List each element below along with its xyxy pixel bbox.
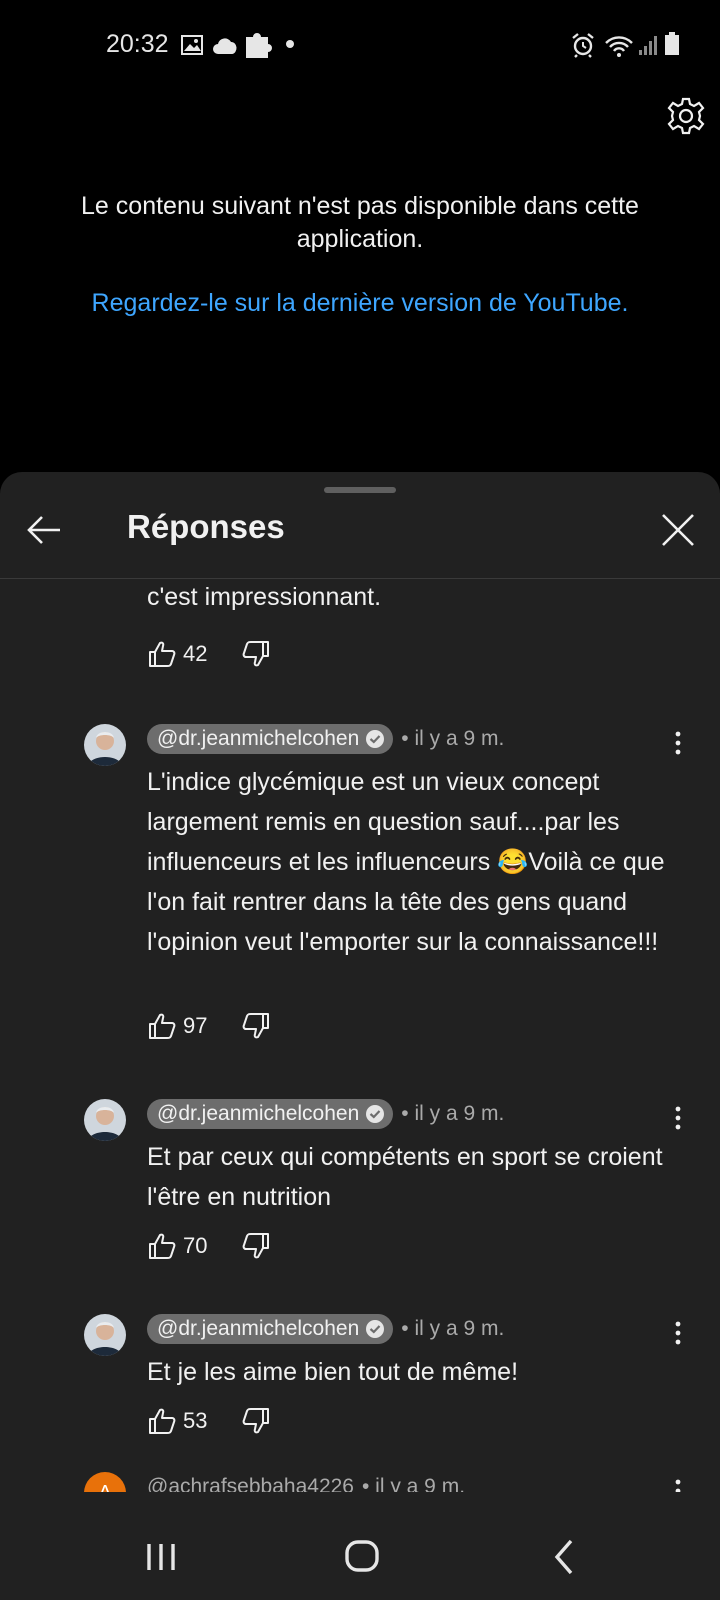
- comment-actions: 42: [147, 637, 271, 671]
- partial-comment-text: c'est impressionnant.: [147, 583, 382, 611]
- system-nav-bar: [0, 1516, 720, 1600]
- like-icon[interactable]: [147, 639, 177, 669]
- comment-time: • il y a 9 m.: [401, 727, 505, 750]
- replies-sheet: Réponses c'est impressionnant. 42 @dr.je…: [0, 472, 720, 1600]
- battery-icon: [665, 32, 679, 55]
- puzzle-icon: [246, 33, 272, 58]
- dislike-icon[interactable]: [241, 1406, 271, 1436]
- like-count: 97: [183, 1013, 208, 1038]
- like-count: 53: [183, 1408, 208, 1433]
- dot-icon: [286, 40, 294, 48]
- wifi-icon: [605, 36, 633, 57]
- back-arrow-icon[interactable]: [22, 508, 66, 552]
- signal-icon: [639, 36, 657, 55]
- home-icon[interactable]: [337, 1532, 387, 1582]
- youtube-link[interactable]: Regardez-le sur la dernière version de Y…: [60, 287, 660, 319]
- drag-handle[interactable]: [324, 487, 396, 493]
- author-badge[interactable]: @dr.jeanmichelcohen: [147, 1314, 394, 1344]
- author-name[interactable]: @achrafsebbaha4226: [147, 1475, 354, 1492]
- comment-time: • il y a 9 m.: [401, 1102, 505, 1125]
- cloud-icon: [213, 38, 237, 54]
- avatar[interactable]: A: [84, 1472, 126, 1492]
- avatar[interactable]: [84, 724, 126, 766]
- author-name: @dr.jeanmichelcohen: [157, 1102, 360, 1125]
- author-badge[interactable]: @dr.jeanmichelcohen: [147, 724, 394, 754]
- gear-icon[interactable]: [666, 96, 706, 136]
- author-name: @dr.jeanmichelcohen: [157, 1317, 360, 1340]
- comment-time: • il y a 9 m.: [401, 1317, 505, 1340]
- comment-actions: 70: [147, 1229, 271, 1263]
- like-icon[interactable]: [147, 1231, 177, 1261]
- author-name: @dr.jeanmichelcohen: [157, 727, 360, 750]
- author-line: @dr.jeanmichelcohen • il y a 9 m.: [147, 1099, 504, 1129]
- comment-actions: 97: [147, 1009, 271, 1043]
- comment-text: Et par ceux qui compétents en sport se c…: [147, 1143, 663, 1211]
- recent-apps-icon[interactable]: [137, 1532, 187, 1582]
- like-icon[interactable]: [147, 1406, 177, 1436]
- sheet-header: Réponses: [0, 494, 720, 576]
- like-icon[interactable]: [147, 1011, 177, 1041]
- author-badge[interactable]: @dr.jeanmichelcohen: [147, 1099, 394, 1129]
- author-line: @achrafsebbaha4226 • il y a 9 m.: [147, 1472, 465, 1492]
- comment-text: Et je les aime bien tout de même!: [147, 1358, 519, 1386]
- back-nav-icon[interactable]: [540, 1532, 590, 1582]
- unavailable-message: Le contenu suivant n'est pas disponible …: [81, 192, 639, 253]
- comment-time: • il y a 9 m.: [361, 1475, 466, 1492]
- dislike-icon[interactable]: [241, 1231, 271, 1261]
- more-vert-icon[interactable]: [666, 1318, 690, 1348]
- like-count: 42: [183, 641, 208, 666]
- alarm-icon: [572, 33, 594, 58]
- comment-actions: 53: [147, 1404, 271, 1438]
- verified-check-icon: [366, 1105, 385, 1123]
- verified-check-icon: [366, 1320, 385, 1338]
- status-bar: 20:32: [0, 0, 720, 90]
- avatar[interactable]: [84, 1314, 126, 1356]
- image-icon: [181, 35, 203, 55]
- more-vert-icon[interactable]: [666, 1476, 690, 1492]
- like-count: 70: [183, 1233, 208, 1258]
- author-line: @dr.jeanmichelcohen • il y a 9 m.: [147, 1314, 504, 1344]
- replies-list[interactable]: c'est impressionnant. 42 @dr.jeanmichelc…: [0, 579, 720, 1492]
- verified-check-icon: [366, 730, 385, 748]
- comment-text: L'indice glycémique est un vieux concept…: [147, 768, 665, 956]
- sheet-title: Réponses: [127, 508, 285, 545]
- close-icon[interactable]: [656, 508, 700, 552]
- status-time: 20:32: [106, 30, 169, 58]
- dislike-icon[interactable]: [241, 639, 271, 669]
- more-vert-icon[interactable]: [666, 1103, 690, 1133]
- dislike-icon[interactable]: [241, 1011, 271, 1041]
- author-line: @dr.jeanmichelcohen • il y a 9 m.: [147, 724, 504, 754]
- more-vert-icon[interactable]: [666, 728, 690, 758]
- avatar[interactable]: [84, 1099, 126, 1141]
